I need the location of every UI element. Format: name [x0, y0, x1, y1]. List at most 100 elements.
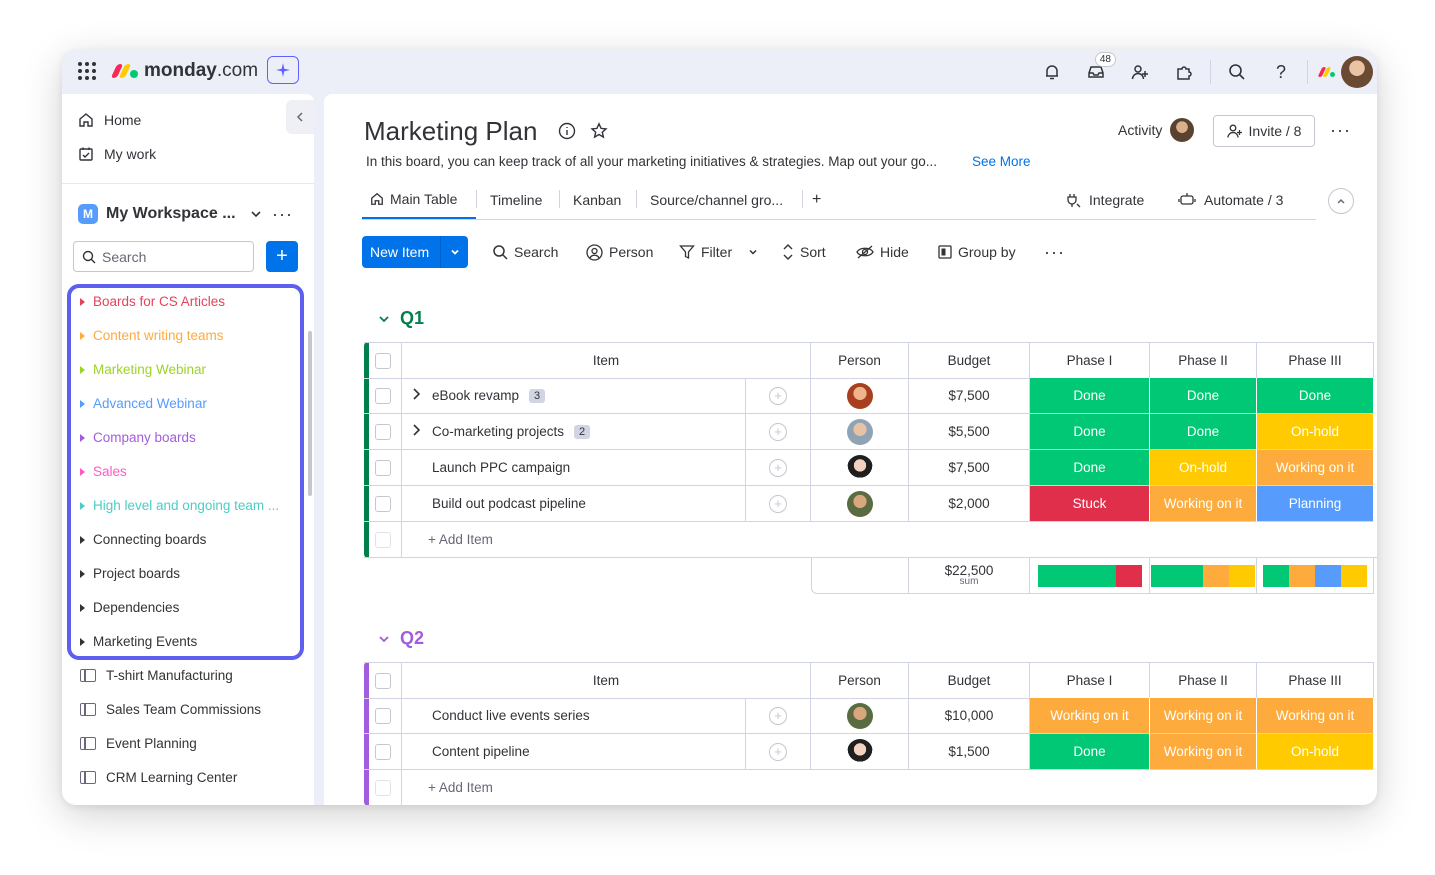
person-filter[interactable]: Person: [586, 236, 653, 268]
sidebar-folder[interactable]: Sales: [80, 464, 127, 479]
row-select-cell[interactable]: [364, 486, 402, 522]
new-item-dropdown[interactable]: [440, 236, 468, 268]
sidebar-folder[interactable]: High level and ongoing team ...: [80, 498, 279, 513]
row-select-cell[interactable]: [364, 734, 402, 770]
status-cell[interactable]: Done: [1030, 378, 1150, 414]
collapse-sidebar-button[interactable]: [286, 100, 314, 134]
person-avatar[interactable]: [846, 490, 873, 517]
ai-sparkle-icon[interactable]: [267, 56, 299, 84]
search-tool[interactable]: Search: [492, 236, 558, 268]
person-avatar[interactable]: [846, 738, 873, 765]
integrations-puzzle-icon[interactable]: [1162, 50, 1206, 94]
status-cell[interactable]: Done: [1150, 378, 1257, 414]
table-row[interactable]: Content pipeline + $1,500 Done Working on it…: [364, 734, 1374, 770]
subitem-count-badge[interactable]: 3: [529, 388, 546, 403]
add-item-input[interactable]: + Add Item: [402, 770, 1377, 805]
apps-grid-icon[interactable]: [76, 60, 98, 82]
person-avatar[interactable]: [846, 382, 873, 409]
item-name-cell[interactable]: Content pipeline: [402, 734, 746, 770]
row-select-cell[interactable]: [364, 450, 402, 486]
sidebar-folder[interactable]: Content writing teams: [80, 328, 224, 343]
status-cell[interactable]: Done: [1030, 450, 1150, 486]
monday-logo[interactable]: monday.com: [110, 60, 258, 82]
status-cell[interactable]: Working on it: [1030, 698, 1150, 734]
status-cell[interactable]: Planning: [1257, 486, 1374, 522]
toolbar-more-button[interactable]: ···: [1044, 236, 1065, 268]
budget-cell[interactable]: $7,500: [909, 378, 1030, 414]
hide-tool[interactable]: Hide: [856, 236, 909, 268]
checkbox[interactable]: [374, 387, 391, 404]
checkbox[interactable]: [374, 672, 391, 689]
person-cell[interactable]: [811, 486, 909, 522]
see-more-link[interactable]: See More: [972, 154, 1031, 169]
sidebar-board[interactable]: T-shirt Manufacturing: [80, 668, 233, 683]
table-row[interactable]: Build out podcast pipeline + $2,000 Stuck Wo…: [364, 486, 1374, 522]
column-header[interactable]: Phase III: [1257, 663, 1374, 699]
status-cell[interactable]: Working on it: [1150, 698, 1257, 734]
status-summary-cell[interactable]: [1150, 558, 1257, 594]
add-item-input[interactable]: + Add Item: [402, 522, 1377, 558]
add-item-row[interactable]: + Add Item: [364, 522, 1377, 558]
budget-cell[interactable]: $1,500: [909, 734, 1030, 770]
add-update-icon[interactable]: +: [769, 706, 787, 725]
integrate-button[interactable]: Integrate: [1065, 180, 1144, 219]
updates-cell[interactable]: +: [746, 486, 811, 522]
status-cell[interactable]: Done: [1030, 414, 1150, 450]
inbox-icon[interactable]: 48: [1074, 50, 1118, 94]
status-summary-cell[interactable]: [1257, 558, 1374, 594]
status-cell[interactable]: Stuck: [1030, 486, 1150, 522]
row-select-cell[interactable]: [364, 414, 402, 450]
person-avatar[interactable]: [846, 418, 873, 445]
status-cell[interactable]: On-hold: [1150, 450, 1257, 486]
column-header[interactable]: Phase II: [1150, 343, 1257, 379]
filter-tool[interactable]: Filter: [679, 236, 758, 268]
sidebar-folder[interactable]: Project boards: [80, 566, 180, 581]
group-title[interactable]: Q2: [378, 628, 424, 649]
nav-home[interactable]: Home: [78, 112, 141, 128]
chevron-down-icon[interactable]: [378, 633, 390, 645]
tab-source-channel[interactable]: Source/channel gro...: [650, 180, 783, 219]
sidebar-search-input[interactable]: Search: [73, 241, 254, 272]
budget-cell[interactable]: $10,000: [909, 698, 1030, 734]
sidebar-board[interactable]: Event Planning: [80, 736, 197, 751]
status-cell[interactable]: On-hold: [1257, 734, 1374, 770]
status-cell[interactable]: Done: [1257, 378, 1374, 414]
sidebar-folder[interactable]: Dependencies: [80, 600, 179, 615]
tab-kanban[interactable]: Kanban: [573, 180, 621, 219]
updates-cell[interactable]: +: [746, 450, 811, 486]
person-avatar[interactable]: [846, 454, 873, 481]
star-icon[interactable]: [590, 122, 608, 140]
add-update-icon[interactable]: +: [769, 742, 787, 761]
nav-my-work[interactable]: My work: [78, 146, 156, 162]
collapse-header-button[interactable]: [1328, 188, 1354, 214]
group-by-tool[interactable]: Group by: [938, 236, 1016, 268]
board-more-button[interactable]: ···: [1330, 120, 1351, 141]
status-cell[interactable]: Working on it: [1257, 698, 1374, 734]
add-update-icon[interactable]: +: [769, 422, 787, 441]
updates-cell[interactable]: +: [746, 734, 811, 770]
person-cell[interactable]: [811, 378, 909, 414]
select-all-cell[interactable]: [364, 663, 402, 699]
sidebar-folder[interactable]: Advanced Webinar: [80, 396, 207, 411]
column-header[interactable]: Person: [811, 343, 909, 379]
sidebar-scrollbar[interactable]: [308, 331, 312, 496]
workspace-more-button[interactable]: ···: [272, 204, 293, 225]
invite-button[interactable]: Invite / 8: [1213, 115, 1315, 147]
add-view-button[interactable]: +: [812, 180, 821, 219]
table-row[interactable]: Launch PPC campaign + $7,500 Done On-hold Wor…: [364, 450, 1374, 486]
checkbox[interactable]: [374, 459, 391, 476]
add-item-row[interactable]: + Add Item: [364, 770, 1377, 805]
tab-timeline[interactable]: Timeline: [490, 180, 542, 219]
page-title[interactable]: Marketing Plan: [364, 116, 537, 147]
group-title[interactable]: Q1: [378, 308, 424, 329]
user-avatar[interactable]: [1341, 56, 1373, 88]
workspace-selector[interactable]: M My Workspace ...: [78, 204, 262, 224]
item-name-cell[interactable]: Build out podcast pipeline: [402, 486, 746, 522]
status-cell[interactable]: Working on it: [1150, 486, 1257, 522]
new-item-button[interactable]: New Item: [362, 236, 468, 268]
sidebar-board[interactable]: Sales Team Commissions: [80, 702, 261, 717]
updates-cell[interactable]: +: [746, 698, 811, 734]
subitem-count-badge[interactable]: 2: [574, 424, 591, 439]
checkbox[interactable]: [374, 423, 391, 440]
add-update-icon[interactable]: +: [769, 386, 787, 405]
